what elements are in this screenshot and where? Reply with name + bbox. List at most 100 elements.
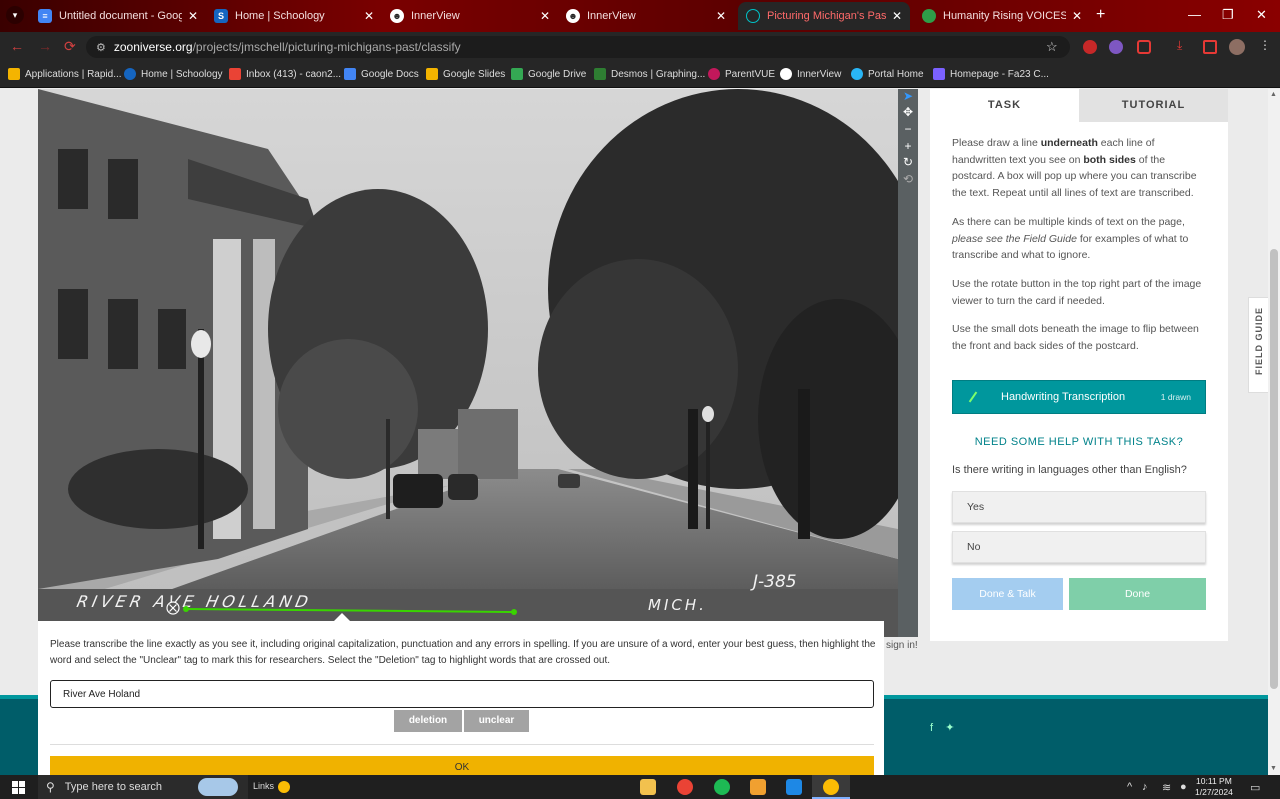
show-hidden-icons[interactable]: ^ <box>1127 781 1132 793</box>
tab-voices-survey[interactable]: Humanity Rising VOICES Survey ✕ <box>914 2 1090 30</box>
bookmark-parentvue[interactable]: ParentVUE <box>708 68 775 80</box>
page-scrollbar[interactable]: ▲ ▼ <box>1268 89 1280 775</box>
bookmark-google-docs[interactable]: Google Docs <box>344 68 419 80</box>
spotify-icon[interactable] <box>714 779 730 795</box>
ok-button[interactable]: OK <box>50 756 874 775</box>
footer-social-icons: f ✦ <box>930 721 955 734</box>
bookmark-desmos[interactable]: Desmos | Graphing... <box>594 68 705 80</box>
links-toolbar[interactable]: Links <box>253 781 274 791</box>
bookmark-gmail[interactable]: Inbox (413) - caon2... <box>229 68 341 80</box>
done-button[interactable]: Done <box>1069 578 1206 610</box>
zoom-out-icon[interactable]: − <box>900 122 916 137</box>
scroll-up-icon[interactable]: ▲ <box>1270 91 1277 98</box>
zooniverse-icon <box>746 9 760 23</box>
bookmark-applications[interactable]: Applications | Rapid... <box>8 68 122 80</box>
sign-in-link[interactable]: sign in! <box>886 640 918 651</box>
tab-innerview-2[interactable]: ☻ InnerView ✕ <box>558 2 734 30</box>
bookmark-homepage[interactable]: Homepage - Fa23 C... <box>933 68 1049 80</box>
forward-icon[interactable]: → <box>38 38 52 54</box>
done-and-talk-button[interactable]: Done & Talk <box>952 578 1063 610</box>
volume-icon[interactable]: ♪ <box>1142 781 1148 793</box>
bookmark-google-slides[interactable]: Google Slides <box>426 68 505 80</box>
subject-image-viewer[interactable]: RIVER AVE HOLLAND MICH. J-385 <box>38 89 898 637</box>
file-explorer-icon[interactable] <box>640 779 656 795</box>
line-handle-end[interactable] <box>511 609 517 615</box>
line-handle-start[interactable] <box>183 606 189 612</box>
tab-tutorial[interactable]: TUTORIAL <box>1079 89 1228 122</box>
facebook-icon[interactable]: f <box>930 722 933 734</box>
tab-zooniverse-active[interactable]: Picturing Michigan's Past - Cl ✕ <box>738 2 910 30</box>
task-instructions: Please draw a line underneath each line … <box>952 137 1202 353</box>
transcription-input[interactable] <box>50 680 874 708</box>
profile-avatar[interactable] <box>1229 39 1245 55</box>
tab-search-icon[interactable]: ▾ <box>6 6 24 24</box>
postcard-number: J-385 <box>750 572 797 592</box>
browser-menu-icon[interactable]: ⋮ <box>1259 38 1273 52</box>
deletion-tag-button[interactable]: deletion <box>394 710 462 732</box>
notifications-icon[interactable]: ▭ <box>1250 781 1260 794</box>
back-icon[interactable]: ← <box>10 38 24 54</box>
close-tab-icon[interactable]: ✕ <box>1072 9 1082 23</box>
restore-icon[interactable]: ❐ <box>1222 7 1234 23</box>
close-tab-icon[interactable]: ✕ <box>364 9 374 23</box>
side-panel-icon[interactable] <box>1203 40 1217 54</box>
reload-icon[interactable]: ⟳ <box>64 38 76 55</box>
chrome-icon[interactable] <box>677 779 693 795</box>
chrome-small-icon[interactable] <box>278 781 290 793</box>
download-icon[interactable]: ⤓ <box>1177 38 1191 52</box>
extension-icon[interactable] <box>1109 40 1123 54</box>
weather-cloud-icon[interactable] <box>198 778 238 796</box>
scrollbar-thumb[interactable] <box>1270 249 1278 689</box>
bookmark-portal-home[interactable]: Portal Home <box>851 68 924 80</box>
answer-no[interactable]: No <box>952 531 1206 563</box>
bookmark-star-icon[interactable]: ☆ <box>1046 39 1058 55</box>
bookmark-google-drive[interactable]: Google Drive <box>511 68 586 80</box>
scroll-down-icon[interactable]: ▼ <box>1270 765 1277 772</box>
bookmark-schoology[interactable]: Home | Schoology <box>124 68 223 80</box>
taskbar-clock[interactable]: 10:11 PM 1/27/2024 <box>1195 776 1233 798</box>
extension-icon[interactable] <box>1083 40 1097 54</box>
close-tab-icon[interactable]: ✕ <box>540 9 550 23</box>
medal-app-icon[interactable] <box>750 779 766 795</box>
parentvue-icon <box>708 68 720 80</box>
chrome-active-taskbar-item[interactable] <box>812 775 850 799</box>
reset-view-icon[interactable]: ⟲ <box>900 172 916 187</box>
site-info-icon[interactable]: ⚙ <box>96 41 106 54</box>
tab-schoology[interactable]: S Home | Schoology ✕ <box>206 2 382 30</box>
bookmark-innerview[interactable]: InnerView <box>780 68 841 80</box>
tab-google-docs[interactable]: ≡ Untitled document - Google Do ✕ <box>30 2 206 30</box>
close-tab-icon[interactable]: ✕ <box>716 9 726 23</box>
close-window-icon[interactable]: ✕ <box>1256 7 1267 23</box>
app-f-icon[interactable] <box>786 779 802 795</box>
zoom-in-icon[interactable]: + <box>900 139 916 154</box>
rotate-icon[interactable]: ↻ <box>900 155 916 170</box>
close-tab-icon[interactable]: ✕ <box>892 9 902 23</box>
twitter-icon[interactable]: ✦ <box>945 722 954 734</box>
field-guide-tab[interactable]: FIELD GUIDE <box>1248 297 1268 393</box>
extensions-puzzle-icon[interactable] <box>1137 40 1151 54</box>
tab-task[interactable]: TASK <box>930 89 1079 122</box>
google-drive-icon <box>511 68 523 80</box>
url-bar[interactable]: ⚙ zooniverse.org/projects/jmschell/pictu… <box>86 36 1070 58</box>
innerview-icon: ☻ <box>390 9 404 23</box>
answer-yes[interactable]: Yes <box>952 491 1206 523</box>
schoology-icon <box>124 68 136 80</box>
task-panel: TASK TUTORIAL Please draw a line underne… <box>930 89 1228 641</box>
minimize-icon[interactable]: — <box>1188 7 1201 22</box>
schoology-icon: S <box>214 9 228 23</box>
move-tool-icon[interactable]: ✥ <box>900 105 916 120</box>
desmos-icon <box>594 68 606 80</box>
help-link[interactable]: NEED SOME HELP WITH THIS TASK? <box>930 436 1228 448</box>
new-tab-button[interactable]: + <box>1096 6 1105 24</box>
tab-innerview-1[interactable]: ☻ InnerView ✕ <box>382 2 558 30</box>
handwriting-transcription-tool[interactable]: Handwriting Transcription 1 drawn <box>952 380 1206 414</box>
innerview-icon <box>780 68 792 80</box>
gmail-icon <box>229 68 241 80</box>
pointer-tool-icon[interactable]: ➤ <box>900 89 916 104</box>
windows-start-icon[interactable] <box>12 781 25 794</box>
wifi-icon[interactable]: ≋ <box>1162 781 1171 794</box>
unclear-tag-button[interactable]: unclear <box>464 710 529 732</box>
microphone-icon[interactable]: ● <box>1180 781 1187 793</box>
close-tab-icon[interactable]: ✕ <box>188 9 198 23</box>
google-docs-icon: ≡ <box>38 9 52 23</box>
